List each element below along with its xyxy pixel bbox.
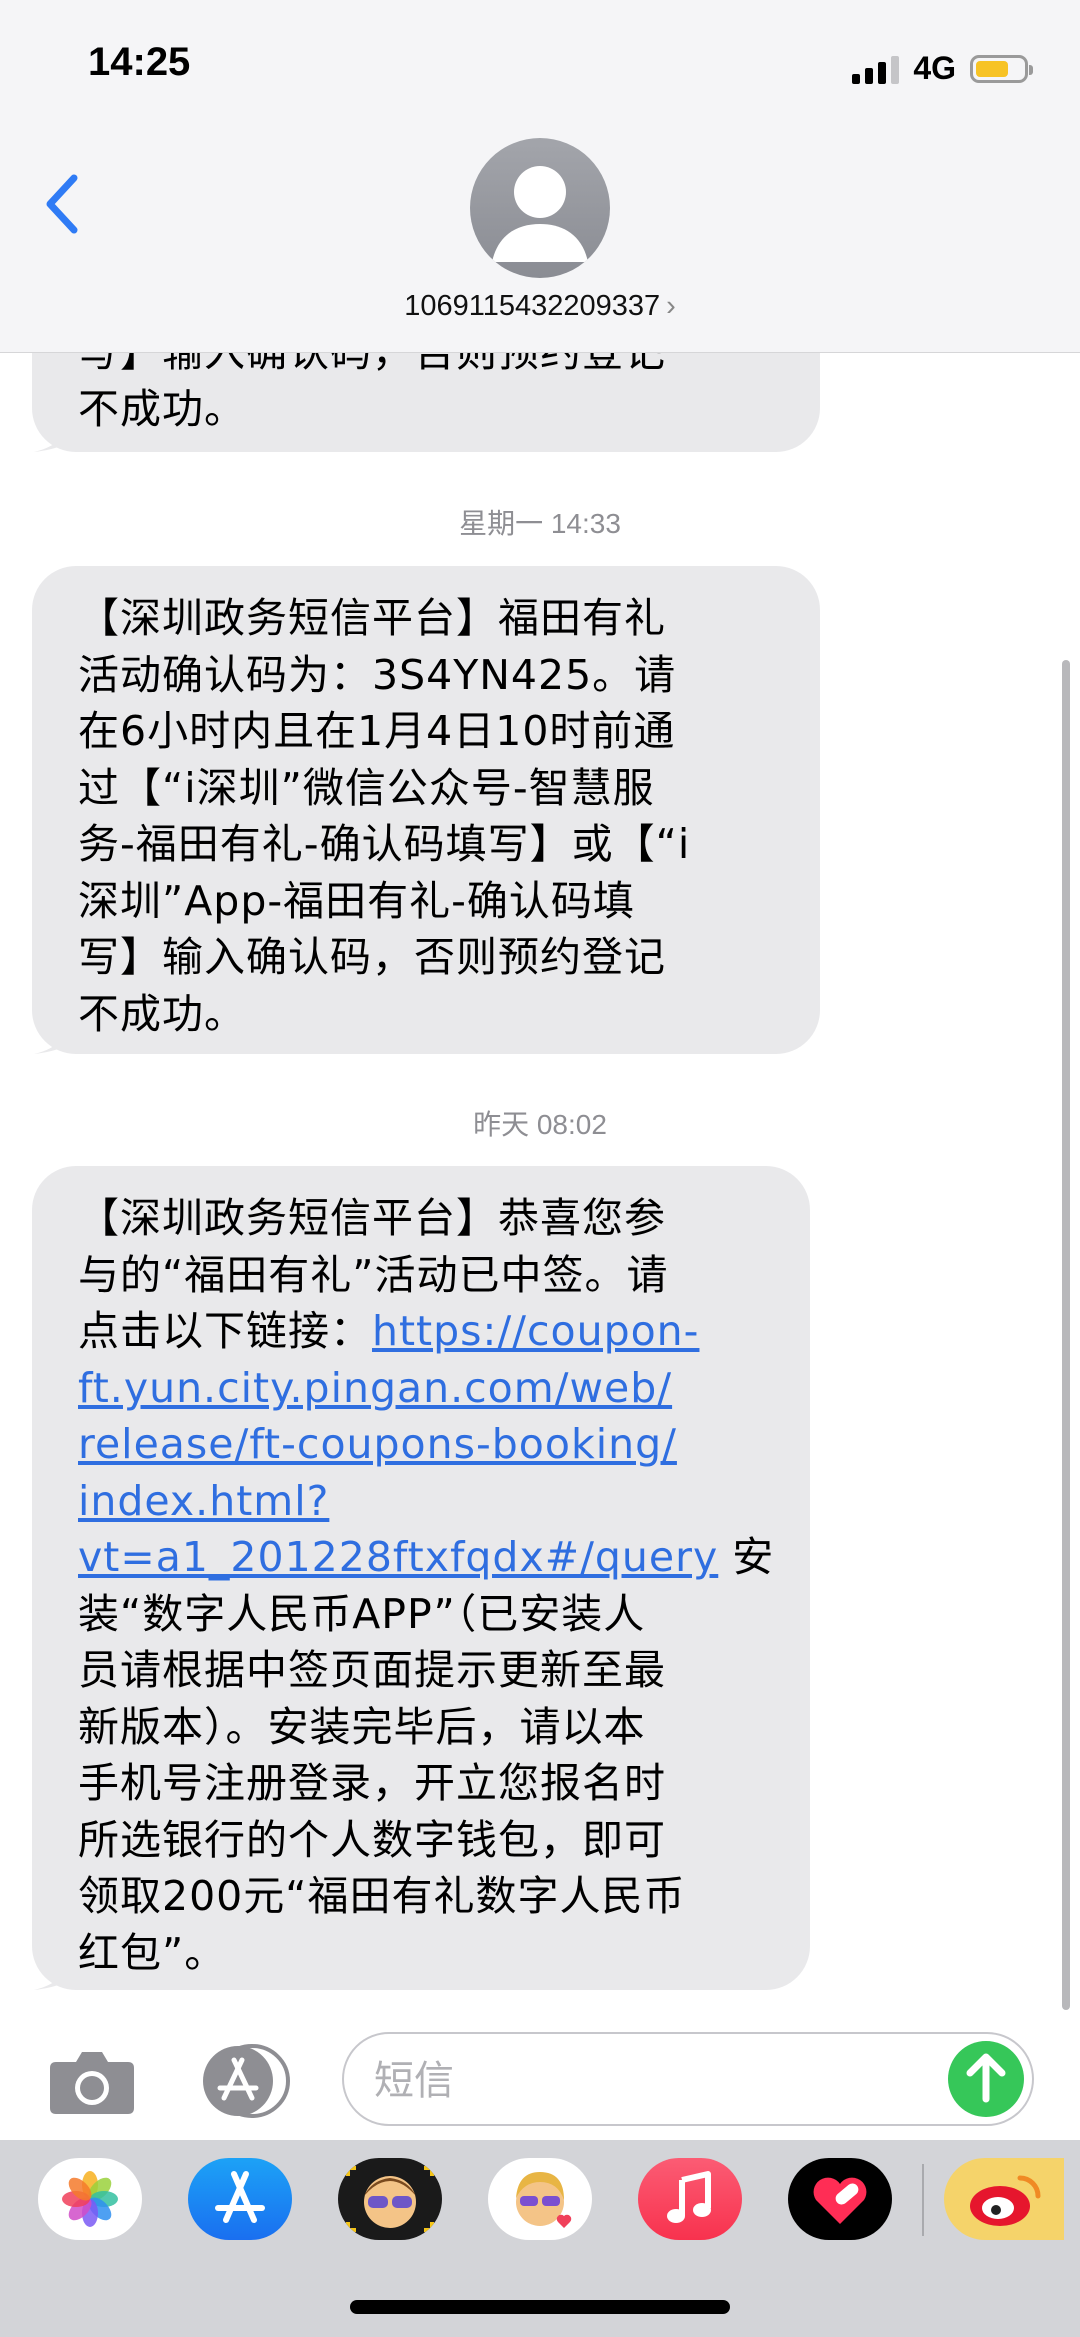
bubble-tail	[34, 412, 70, 452]
message-line: 活动确认码为：3S4YN425。请	[78, 650, 677, 699]
music-icon	[667, 2171, 711, 2223]
message-line: 过【“i深圳”微信公众号-智慧服	[78, 763, 655, 812]
app-store-icon	[203, 2044, 290, 2118]
scrollbar[interactable]	[1062, 660, 1070, 2010]
message-line: ft.yun.city.pingan.com/web/	[78, 1360, 778, 1417]
digital-touch-icon	[813, 2177, 867, 2224]
memoji-camera-icon	[346, 2166, 434, 2232]
app-store-app-button[interactable]	[188, 2158, 292, 2240]
weibo-app-button[interactable]	[944, 2158, 1064, 2240]
conversation-header: 14:25 4G 1069115432209337 ›	[0, 0, 1080, 353]
camera-icon	[50, 2052, 134, 2114]
photos-icon	[62, 2171, 118, 2227]
message-line: 与的“福田有礼”活动已中签。请	[78, 1250, 669, 1299]
bubble-tail	[34, 1014, 70, 1054]
message-text: 点击以下链接：	[78, 1307, 372, 1355]
back-button[interactable]	[40, 172, 84, 240]
home-indicator[interactable]	[350, 2300, 730, 2314]
message-line: 不成功。	[78, 989, 246, 1038]
message-line: 手机号注册登录，开立您报名时	[78, 1759, 666, 1807]
message-bubble[interactable]: 【深圳政务短信平台】福田有礼 活动确认码为：3S4YN425。请 在6小时内且在…	[32, 566, 820, 1054]
contact-name-button[interactable]: 1069115432209337 ›	[0, 290, 1080, 323]
weibo-icon	[970, 2175, 1041, 2226]
message-input-field[interactable]	[342, 2032, 1034, 2126]
message-line: 在6小时内且在1月4日10时前通	[78, 707, 676, 755]
message-line: 深圳”App-福田有礼-确认码填	[78, 876, 635, 925]
message-input[interactable]	[372, 2050, 916, 2112]
message-line: 点击以下链接：https://coupon-	[78, 1303, 778, 1360]
message-line: 务-福田有礼-确认码填写】或【“i	[78, 820, 691, 868]
message-text: 安	[718, 1533, 775, 1581]
contact-avatar[interactable]	[470, 138, 610, 278]
app-store-icon	[215, 2171, 265, 2223]
message-line: vt=a1_201228ftxfqdx#/query 安	[78, 1529, 778, 1586]
signal-strength-icon	[852, 54, 900, 84]
digital-touch-button[interactable]	[788, 2158, 892, 2240]
message-link[interactable]: release/ft-coupons-booking/	[78, 1420, 677, 1468]
message-line: release/ft-coupons-booking/	[78, 1416, 778, 1473]
message-line: 【深圳政务短信平台】恭喜您参	[78, 1194, 666, 1242]
message-line: 领取200元“福田有礼数字人民币	[78, 1872, 686, 1920]
status-indicators: 4G	[852, 50, 1033, 87]
drawer-divider	[922, 2164, 924, 2236]
message-link[interactable]: index.html?	[78, 1477, 329, 1525]
chevron-left-icon	[46, 174, 78, 234]
message-line: 装“数字人民币APP”（已安装人	[78, 1589, 646, 1638]
apps-button[interactable]	[196, 2044, 292, 2118]
message-line: index.html?	[78, 1473, 778, 1530]
message-line: 员请根据中签页面提示更新至最	[78, 1646, 666, 1694]
bubble-tail	[34, 1950, 70, 1990]
battery-level	[976, 60, 1008, 77]
memoji-camera-button[interactable]	[338, 2158, 442, 2240]
message-line: 所选银行的个人数字钱包，即可	[78, 1815, 666, 1864]
compose-bar	[0, 2020, 1080, 2140]
message-timestamp: 星期一 14:33	[459, 508, 621, 539]
photos-app-button[interactable]	[38, 2158, 142, 2240]
status-time: 14:25	[88, 40, 191, 84]
contact-number: 1069115432209337	[404, 290, 661, 322]
person-silhouette-icon	[492, 166, 588, 262]
network-type: 4G	[913, 50, 956, 86]
message-timestamp: 昨天 08:02	[473, 1109, 607, 1140]
message-line: 不成功。	[78, 384, 246, 433]
message-line: 【深圳政务短信平台】福田有礼	[78, 594, 666, 642]
arrow-up-icon	[966, 2053, 1006, 2103]
app-drawer	[0, 2140, 1080, 2337]
music-app-button[interactable]	[638, 2158, 742, 2240]
memoji-stickers-button[interactable]	[488, 2158, 592, 2240]
battery-icon	[970, 54, 1033, 83]
message-link[interactable]: https://coupon-	[372, 1307, 699, 1355]
message-link[interactable]: vt=a1_201228ftxfqdx#/query	[78, 1533, 718, 1581]
chevron-right-icon: ›	[666, 290, 676, 322]
message-line: 新版本）。安装完毕后，请以本	[78, 1702, 646, 1751]
memoji-stickers-icon	[516, 2172, 572, 2228]
camera-button[interactable]	[48, 2050, 136, 2120]
send-button[interactable]	[948, 2041, 1024, 2117]
message-line: 红包”。	[78, 1928, 227, 1977]
message-bubble[interactable]: 【深圳政务短信平台】恭喜您参 与的“福田有礼”活动已中签。请 点击以下链接：ht…	[32, 1166, 810, 1990]
message-line: 写】输入确认码，否则预约登记	[78, 933, 666, 981]
message-link[interactable]: ft.yun.city.pingan.com/web/	[78, 1364, 672, 1412]
